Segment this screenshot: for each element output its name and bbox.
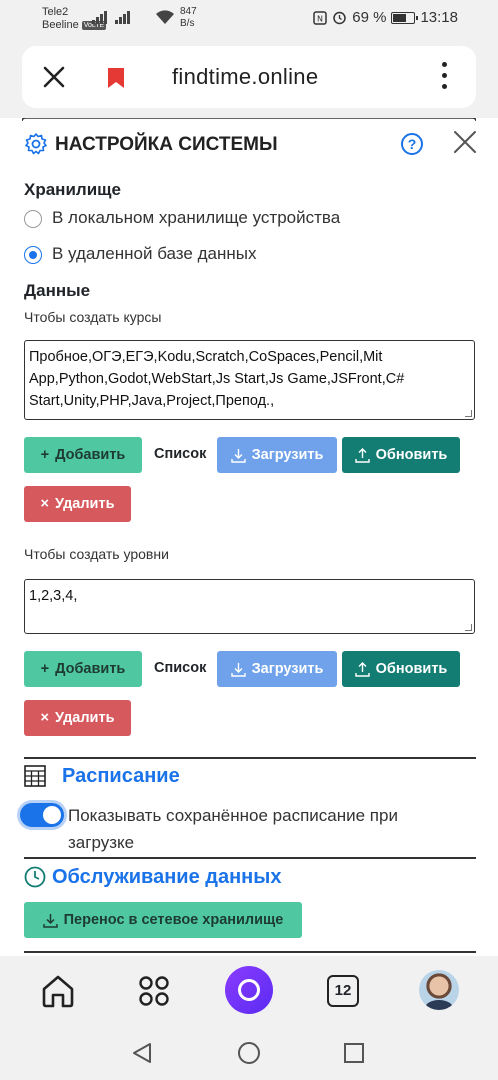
menu-icon[interactable] xyxy=(442,62,448,92)
transfer-to-network-storage-button[interactable]: Перенос в сетевое хранилище xyxy=(24,902,302,938)
panel-top-border xyxy=(22,118,476,121)
courses-list-label: Список xyxy=(154,446,207,462)
levels-list-label: Список xyxy=(154,660,207,676)
clock-icon xyxy=(24,866,46,888)
alarm-icon xyxy=(333,11,346,25)
show-saved-schedule-label[interactable]: Показывать сохранённое расписание при за… xyxy=(68,802,468,856)
address-bar[interactable]: findtime.online xyxy=(22,46,476,108)
page-title: НАСТРОЙКА СИСТЕМЫ xyxy=(55,134,278,155)
recent-apps-icon[interactable] xyxy=(344,1043,364,1063)
back-icon[interactable] xyxy=(131,1042,153,1064)
download-icon xyxy=(42,913,58,928)
schedule-heading: Расписание xyxy=(62,765,180,787)
levels-load-button[interactable]: Загрузить xyxy=(217,651,337,687)
data-heading: Данные xyxy=(24,281,91,300)
browser-toolbar: findtime.online xyxy=(0,40,498,118)
courses-update-button[interactable]: Обновить xyxy=(342,437,460,473)
upload-icon xyxy=(354,661,370,677)
divider xyxy=(24,757,476,759)
storage-heading: Хранилище xyxy=(24,180,121,199)
levels-add-button[interactable]: + Добавить xyxy=(24,651,142,687)
system-home-icon[interactable] xyxy=(238,1042,260,1064)
tabs-counter-button[interactable]: 12 xyxy=(327,975,359,1007)
divider xyxy=(24,951,476,953)
apps-grid-icon[interactable] xyxy=(138,975,170,1007)
network-speed: 847 B/s xyxy=(180,6,197,29)
times-icon: × xyxy=(40,710,49,726)
help-button[interactable]: ? xyxy=(401,133,423,155)
settings-panel: НАСТРОЙКА СИСТЕМЫ ? Хранилище В локально… xyxy=(0,118,498,956)
svg-text:N: N xyxy=(317,14,323,23)
carrier-2: Beeline xyxy=(42,19,79,31)
plus-icon: + xyxy=(40,447,50,463)
bottom-navigation: 12 xyxy=(0,956,498,1080)
clock: 13:18 xyxy=(420,9,458,26)
storage-local-label[interactable]: В локальном хранилище устройства xyxy=(52,208,340,228)
close-panel-icon[interactable] xyxy=(453,130,477,154)
gear-icon xyxy=(25,133,47,155)
home-icon[interactable] xyxy=(40,973,76,1009)
storage-remote-label[interactable]: В удаленной базе данных xyxy=(52,244,256,264)
courses-textarea[interactable]: Пробное,ОГЭ,ЕГЭ,Kodu,Scratch,CoSpaces,Pe… xyxy=(24,340,475,420)
plus-icon: + xyxy=(40,661,50,677)
status-bar: Tele2 Beeline VoLTE 847 B/s N 69 % 13:18 xyxy=(0,0,498,40)
url-text[interactable]: findtime.online xyxy=(172,64,318,90)
signal-2-icon xyxy=(115,10,130,24)
close-icon[interactable] xyxy=(42,65,66,89)
show-saved-schedule-toggle[interactable] xyxy=(20,803,64,827)
courses-add-button[interactable]: + Добавить xyxy=(24,437,142,473)
wifi-icon xyxy=(156,10,174,24)
levels-caption: Чтобы создать уровни xyxy=(24,546,169,562)
divider xyxy=(24,857,476,859)
download-icon xyxy=(230,448,246,463)
nfc-icon: N xyxy=(313,10,327,25)
storage-remote-radio[interactable] xyxy=(24,246,42,264)
upload-icon xyxy=(354,447,370,463)
courses-delete-button[interactable]: × Удалить xyxy=(24,486,131,522)
avatar[interactable] xyxy=(419,970,459,1010)
times-icon: × xyxy=(40,496,49,512)
courses-load-button[interactable]: Загрузить xyxy=(217,437,337,473)
maintenance-heading: Обслуживание данных xyxy=(52,866,282,888)
levels-textarea[interactable]: 1,2,3,4, xyxy=(24,579,475,634)
signal-1-icon xyxy=(92,10,107,24)
table-icon xyxy=(24,765,46,787)
battery-percent: 69 % xyxy=(352,9,387,26)
download-icon xyxy=(230,662,246,677)
storage-local-radio[interactable] xyxy=(24,210,42,228)
levels-delete-button[interactable]: × Удалить xyxy=(24,700,131,736)
levels-update-button[interactable]: Обновить xyxy=(342,651,460,687)
bookmark-icon[interactable] xyxy=(106,66,126,90)
alice-assistant-button[interactable] xyxy=(225,966,273,1014)
battery-icon xyxy=(391,11,419,24)
courses-caption: Чтобы создать курсы xyxy=(24,309,162,325)
